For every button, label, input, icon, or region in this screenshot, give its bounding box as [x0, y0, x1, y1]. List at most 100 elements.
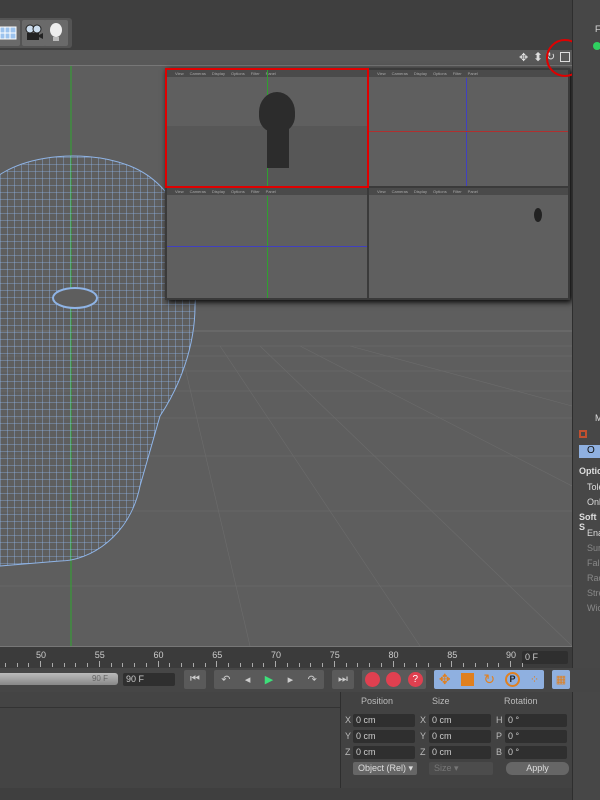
- floor-icon[interactable]: [0, 20, 20, 46]
- ruler-tick: [498, 663, 500, 667]
- key-tracks-group: ✥ ↻ P ⁘: [434, 670, 544, 689]
- ruler-label: 50: [36, 650, 47, 660]
- axis-label: Z: [420, 747, 426, 757]
- rot-field[interactable]: 0 °: [505, 730, 567, 743]
- axis-label: X: [420, 715, 427, 725]
- ruler-tick: [345, 663, 347, 667]
- axis-label: Y: [345, 731, 352, 741]
- ruler-tick: [333, 661, 335, 667]
- ruler-tick: [40, 661, 41, 667]
- ruler-tick: [157, 661, 159, 667]
- position-track-icon[interactable]: ✥: [439, 671, 451, 688]
- parameter-track-icon[interactable]: P: [504, 672, 520, 687]
- current-frame-field[interactable]: 0 F: [522, 651, 568, 664]
- light-icon[interactable]: [44, 20, 68, 46]
- move-view-icon[interactable]: ✥: [519, 51, 528, 64]
- zoom-view-icon[interactable]: ⬍: [533, 50, 543, 64]
- size-field[interactable]: 0 cm: [429, 714, 491, 727]
- ruler-tick: [298, 663, 300, 667]
- ruler-tick: [380, 663, 382, 667]
- panel-title: F: [595, 24, 600, 34]
- rotation-track-icon[interactable]: ↻: [483, 671, 495, 688]
- section-label: Optic: [579, 466, 600, 476]
- pos-field[interactable]: 0 cm: [353, 730, 415, 743]
- ruler-tick: [275, 661, 276, 667]
- previous-key-icon[interactable]: ↶: [221, 673, 230, 686]
- axis-label: P: [496, 731, 503, 741]
- ruler-tick: [98, 661, 100, 667]
- materials-panel: [0, 692, 340, 788]
- pla-track-icon[interactable]: ⁘: [530, 673, 539, 686]
- camera-icon[interactable]: [22, 20, 46, 46]
- size-header: Size: [432, 696, 450, 706]
- ruler-tick: [439, 663, 441, 667]
- mode-icon[interactable]: [579, 430, 587, 438]
- timeline-ruler[interactable]: 0 F 50 55 60 65 70 75 80 85 90: [0, 646, 572, 668]
- option-label: Fall: [587, 558, 600, 568]
- ruler-tick: [181, 663, 182, 667]
- pane-front[interactable]: View Cameras Display Options Filter Panel: [369, 188, 568, 298]
- ruler-label: 85: [447, 650, 458, 660]
- ruler-tick: [134, 663, 135, 667]
- pane-right[interactable]: View Cameras Display Options Filter Panel: [167, 188, 367, 298]
- scheme-icon[interactable]: ▦: [552, 670, 570, 689]
- ruler-tick: [204, 663, 206, 667]
- option-label: Tole: [587, 482, 600, 492]
- range-slider[interactable]: 90 F: [0, 673, 118, 685]
- size-field[interactable]: 0 cm: [429, 730, 491, 743]
- ruler-tick: [416, 663, 417, 667]
- ruler-tick: [474, 663, 476, 667]
- axis-label: Y: [420, 731, 427, 741]
- ruler-tick: [75, 663, 77, 667]
- ruler-label: 90: [506, 650, 517, 660]
- viewport-header: ✥ ⬍ ↻: [0, 50, 572, 66]
- rot-field[interactable]: 0 °: [505, 714, 567, 727]
- record-key-icon[interactable]: [365, 672, 381, 687]
- tab-object[interactable]: O: [579, 445, 600, 458]
- rot-field[interactable]: 0 °: [505, 746, 567, 759]
- ruler-label: 65: [212, 650, 223, 660]
- keyframe-selection-icon[interactable]: ?: [407, 672, 423, 687]
- end-frame-field[interactable]: 90 F: [123, 673, 175, 686]
- ruler-tick: [521, 663, 523, 667]
- apply-button[interactable]: Apply: [506, 762, 569, 775]
- option-label: Rac: [587, 573, 600, 583]
- autokey-icon[interactable]: [386, 672, 402, 687]
- pos-field[interactable]: 0 cm: [353, 714, 415, 727]
- previous-frame-icon[interactable]: ◂: [245, 673, 251, 686]
- ruler-tick: [357, 663, 359, 667]
- ruler-tick: [63, 663, 65, 667]
- ruler-tick: [239, 663, 241, 667]
- go-to-start-button[interactable]: ⏮: [184, 670, 206, 689]
- ruler-tick: [404, 663, 406, 667]
- play-icon[interactable]: ▶: [265, 673, 273, 686]
- size-field[interactable]: 0 cm: [429, 746, 491, 759]
- ruler-tick: [392, 661, 394, 667]
- axis-label: Z: [345, 747, 351, 757]
- coordinate-mode-dropdown[interactable]: Object (Rel) ▾: [353, 762, 417, 775]
- position-header: Position: [361, 696, 394, 706]
- pos-field[interactable]: 0 cm: [353, 746, 415, 759]
- next-frame-icon[interactable]: ▸: [288, 673, 294, 686]
- scale-track-icon[interactable]: [460, 673, 474, 686]
- ruler-tick: [463, 663, 464, 667]
- option-label: Ena: [587, 528, 600, 538]
- ruler-tick: [322, 663, 323, 667]
- ruler-label: 60: [153, 650, 164, 660]
- size-mode-dropdown[interactable]: Size ▾: [429, 762, 493, 775]
- highlight-box: [165, 68, 369, 188]
- option-label: Wic: [587, 603, 600, 613]
- ruler-tick: [286, 663, 288, 667]
- ruler-tick: [169, 663, 171, 667]
- go-to-end-button[interactable]: ⏭: [332, 670, 354, 689]
- ruler-tick: [510, 661, 511, 667]
- ruler-label: 70: [271, 650, 282, 660]
- axis-label: X: [345, 715, 352, 725]
- ruler-tick: [16, 663, 18, 667]
- next-key-icon[interactable]: ↷: [308, 673, 317, 686]
- four-view-inset: View Cameras Display Options Filter Panel Vie…: [165, 68, 570, 300]
- axis-label: B: [496, 747, 503, 757]
- pane-top[interactable]: View Cameras Display Options Filter Panel: [369, 70, 568, 186]
- ruler-tick: [122, 663, 124, 667]
- object-status-icon[interactable]: [593, 42, 600, 50]
